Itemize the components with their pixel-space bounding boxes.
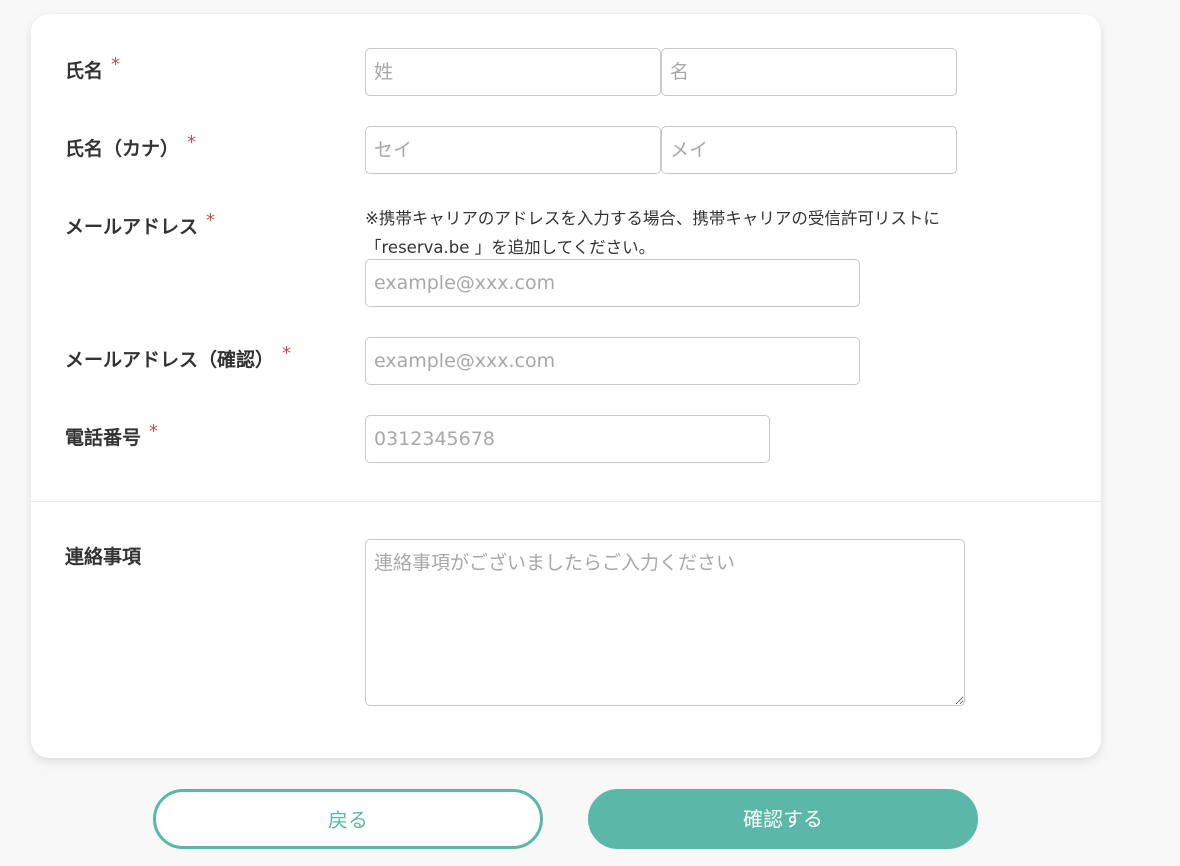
- name-label-text: 氏名: [65, 60, 104, 82]
- phone-input[interactable]: [365, 415, 770, 463]
- required-mark: *: [187, 132, 197, 153]
- email-carrier-note: ※携帯キャリアのアドレスを入力する場合、携帯キャリアの受信許可リストに「rese…: [365, 209, 940, 257]
- required-mark: *: [206, 210, 216, 231]
- first-name-input[interactable]: [661, 48, 957, 96]
- message-label-text: 連絡事項: [65, 546, 142, 568]
- phone-label-text: 電話番号: [65, 427, 142, 449]
- confirm-button[interactable]: 確認する: [588, 789, 978, 849]
- back-button[interactable]: 戻る: [153, 789, 543, 849]
- email-confirm-label: メールアドレス（確認） *: [65, 343, 292, 372]
- email-input[interactable]: [365, 259, 860, 307]
- form-card: 氏名 * 氏名（カナ） * メールアドレス * ※携帯キャリアのアドレスを入力する場合…: [31, 14, 1101, 758]
- back-button-label: 戻る: [328, 808, 368, 832]
- message-label: 連絡事項: [65, 542, 141, 569]
- kana-label: 氏名（カナ） *: [65, 132, 197, 161]
- message-textarea[interactable]: [365, 539, 965, 706]
- last-name-kana-input[interactable]: [365, 126, 661, 174]
- last-name-input[interactable]: [365, 48, 661, 96]
- required-mark: *: [111, 54, 121, 75]
- first-name-kana-input[interactable]: [661, 126, 957, 174]
- email-label-text: メールアドレス: [65, 216, 199, 238]
- email-confirm-input[interactable]: [365, 337, 860, 385]
- confirm-button-label: 確認する: [743, 807, 823, 831]
- kana-label-text: 氏名（カナ）: [65, 138, 180, 160]
- required-mark: *: [282, 343, 292, 364]
- email-confirm-label-text: メールアドレス（確認）: [65, 349, 275, 371]
- required-mark: *: [149, 421, 159, 442]
- name-label: 氏名 *: [65, 54, 121, 83]
- section-divider: [31, 501, 1101, 502]
- phone-label: 電話番号 *: [65, 421, 159, 450]
- email-label: メールアドレス *: [65, 210, 216, 239]
